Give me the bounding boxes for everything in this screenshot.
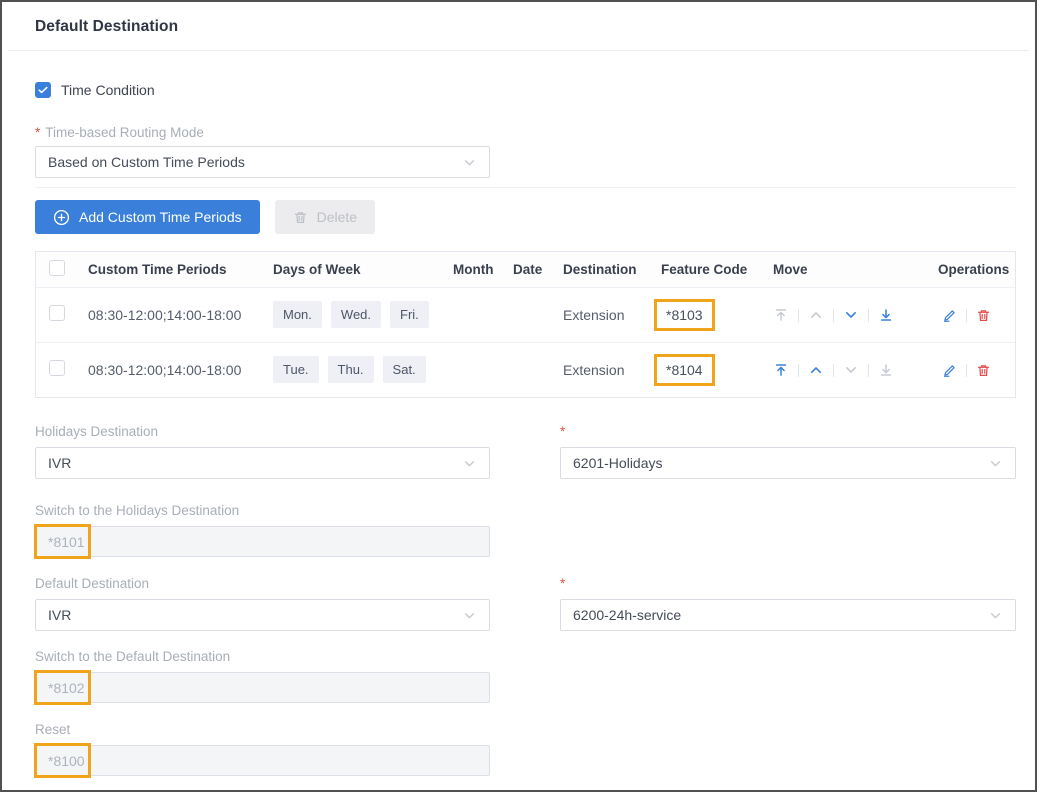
section-divider: [35, 187, 1016, 188]
holidays-target-required-label: *: [560, 423, 1016, 440]
feature-code-highlight: *8103: [654, 299, 715, 331]
cell-destination: Extension: [553, 287, 651, 342]
move-to-bottom-icon[interactable]: [878, 307, 894, 323]
default-destination-target-select[interactable]: 6200-24h-service: [560, 599, 1016, 631]
col-header-destination: Destination: [553, 252, 651, 287]
table-row: 08:30-12:00;14:00-18:00 Mon. Wed. Fri. Ext…: [36, 287, 1015, 342]
chevron-down-icon: [988, 608, 1003, 623]
destination-form: Holidays Destination IVR * 6201-Holidays: [35, 423, 1016, 776]
switch-holidays-input: *8101: [35, 526, 490, 557]
move-to-top-icon: [773, 307, 789, 323]
delete-row-trash-icon[interactable]: [976, 363, 991, 378]
holidays-destination-target-select[interactable]: 6201-Holidays: [560, 447, 1016, 479]
add-custom-time-periods-button[interactable]: Add Custom Time Periods: [35, 200, 260, 234]
move-up-icon[interactable]: [808, 362, 824, 378]
routing-mode-label: * Time-based Routing Mode: [35, 124, 1016, 141]
row-checkbox[interactable]: [49, 360, 65, 376]
switch-holidays-label: Switch to the Holidays Destination: [35, 502, 1016, 519]
cell-feature-code: *8104: [651, 342, 763, 397]
required-asterisk: *: [560, 576, 565, 591]
custom-time-periods-table: Custom Time Periods Days of Week Month D…: [35, 251, 1016, 398]
col-header-date: Date: [503, 252, 553, 287]
chevron-down-icon: [462, 608, 477, 623]
routing-mode-select[interactable]: Based on Custom Time Periods: [35, 146, 490, 178]
required-asterisk: *: [560, 424, 565, 439]
move-up-icon: [808, 307, 824, 323]
time-condition-checkbox[interactable]: [35, 82, 51, 98]
day-tag: Mon.: [273, 301, 322, 328]
delete-button: Delete: [275, 200, 375, 234]
header-divider: [8, 50, 1029, 51]
col-header-feature-code: Feature Code: [651, 252, 763, 287]
plus-circle-icon: [53, 209, 70, 226]
cell-days-of-week: Mon. Wed. Fri.: [263, 287, 443, 342]
cell-month: [443, 287, 503, 342]
reset-label: Reset: [35, 721, 1016, 738]
switch-default-input: *8102: [35, 672, 490, 703]
page-header: Default Destination: [2, 2, 1035, 36]
time-condition-label: Time Condition: [61, 82, 155, 98]
day-tag: Tue.: [273, 356, 319, 383]
move-to-bottom-icon: [878, 362, 894, 378]
cell-destination: Extension: [553, 342, 651, 397]
day-tag: Thu.: [328, 356, 374, 383]
default-target-required-label: *: [560, 575, 1016, 592]
day-tag: Wed.: [331, 301, 381, 328]
edit-icon[interactable]: [942, 308, 957, 323]
day-tag: Fri.: [390, 301, 429, 328]
cell-operations: [928, 287, 1015, 342]
default-destination-select[interactable]: IVR: [35, 599, 490, 631]
time-condition-checkbox-row[interactable]: Time Condition: [35, 82, 155, 98]
move-down-icon[interactable]: [843, 307, 859, 323]
col-header-operations: Operations: [928, 252, 1015, 287]
chevron-down-icon: [462, 456, 477, 471]
chevron-down-icon: [462, 155, 477, 170]
trash-icon: [293, 210, 308, 225]
routing-mode-value: Based on Custom Time Periods: [48, 154, 245, 170]
edit-icon[interactable]: [942, 363, 957, 378]
cell-days-of-week: Tue. Thu. Sat.: [263, 342, 443, 397]
chevron-down-icon: [988, 456, 1003, 471]
table-header-row: Custom Time Periods Days of Week Month D…: [36, 252, 1015, 287]
check-icon: [37, 84, 49, 96]
cell-move: [763, 342, 928, 397]
cell-time-periods: 08:30-12:00;14:00-18:00: [78, 342, 263, 397]
holidays-destination-select[interactable]: IVR: [35, 447, 490, 479]
page-title: Default Destination: [35, 18, 1002, 36]
switch-default-label: Switch to the Default Destination: [35, 648, 1016, 665]
table-row: 08:30-12:00;14:00-18:00 Tue. Thu. Sat. Ext…: [36, 342, 1015, 397]
col-header-time-periods: Custom Time Periods: [78, 252, 263, 287]
cell-operations: [928, 342, 1015, 397]
move-down-icon: [843, 362, 859, 378]
feature-code-highlight: *8104: [654, 354, 715, 386]
cell-move: [763, 287, 928, 342]
day-tag: Sat.: [383, 356, 426, 383]
move-to-top-icon[interactable]: [773, 362, 789, 378]
cell-month: [443, 342, 503, 397]
cell-date: [503, 342, 553, 397]
cell-time-periods: 08:30-12:00;14:00-18:00: [78, 287, 263, 342]
holidays-destination-label: Holidays Destination: [35, 423, 490, 440]
cell-date: [503, 287, 553, 342]
toolbar: Add Custom Time Periods Delete: [35, 200, 1016, 234]
reset-input: *8100: [35, 745, 490, 776]
col-header-month: Month: [443, 252, 503, 287]
default-destination-page: Default Destination Time Condition * Tim…: [0, 0, 1037, 792]
col-header-days-of-week: Days of Week: [263, 252, 443, 287]
required-asterisk: *: [35, 125, 40, 140]
default-destination-label: Default Destination: [35, 575, 490, 592]
page-content: Time Condition * Time-based Routing Mode…: [2, 82, 1035, 776]
delete-row-trash-icon[interactable]: [976, 308, 991, 323]
col-header-move: Move: [763, 252, 928, 287]
select-all-checkbox[interactable]: [49, 260, 65, 276]
cell-feature-code: *8103: [651, 287, 763, 342]
row-checkbox[interactable]: [49, 305, 65, 321]
